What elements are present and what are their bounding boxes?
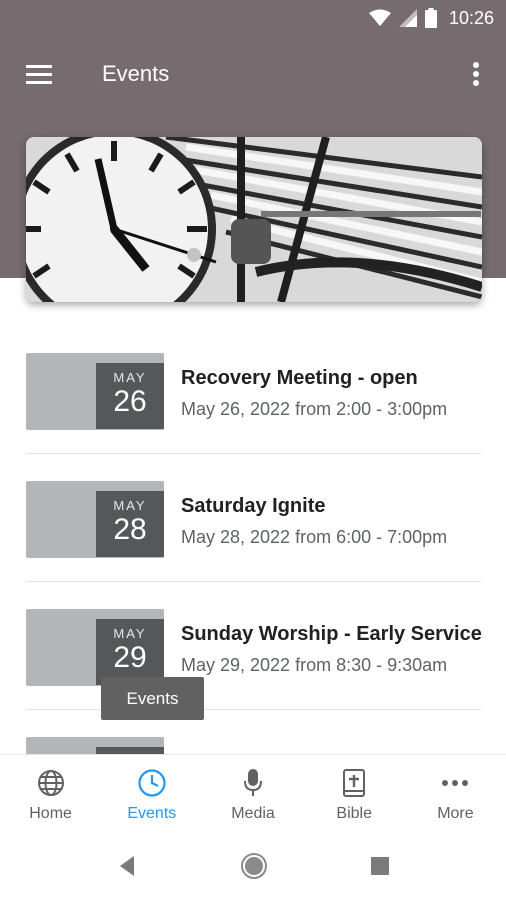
events-banner-image xyxy=(26,137,482,302)
clock-icon xyxy=(136,767,168,799)
event-title: Recovery Meeting - open xyxy=(181,367,418,389)
event-datetime: May 29, 2022 from 8:30 - 9:30am xyxy=(181,655,448,675)
back-button[interactable] xyxy=(116,854,138,883)
nav-label: Media xyxy=(231,805,275,822)
nav-item-more[interactable]: More xyxy=(405,755,506,832)
wifi-icon xyxy=(368,9,391,26)
microphone-icon xyxy=(237,767,269,799)
battery-icon xyxy=(424,8,437,28)
divider xyxy=(26,581,481,582)
event-item[interactable]: MAY 28 Saturday Ignite May 28, 2022 from… xyxy=(0,468,506,596)
nav-item-media[interactable]: Media xyxy=(202,755,303,832)
recents-button[interactable] xyxy=(370,856,390,881)
home-circle-icon xyxy=(241,853,267,879)
status-time: 10:26 xyxy=(448,7,494,28)
event-date-badge: MAY 28 xyxy=(96,491,164,557)
toolbar: Events xyxy=(0,48,506,102)
station-clock-image xyxy=(26,137,482,302)
event-title: Saturday Ignite xyxy=(181,495,326,517)
status-bar: 10:26 xyxy=(0,0,506,36)
page-title: Events xyxy=(102,61,170,86)
nav-label: Bible xyxy=(336,805,372,822)
event-day: 28 xyxy=(113,513,147,546)
cellular-icon xyxy=(398,9,417,27)
overflow-menu-button[interactable] xyxy=(464,58,488,92)
event-item[interactable]: MAY 29 Sunday Worship - Early Service Ma… xyxy=(0,596,506,724)
event-date-badge: MAY 29 xyxy=(96,619,164,685)
nav-item-home[interactable]: Home xyxy=(0,755,101,832)
event-title: Sunday Worship - Early Service xyxy=(181,623,482,645)
divider xyxy=(26,453,481,454)
events-tooltip: Events xyxy=(101,677,204,720)
nav-label: Events xyxy=(127,805,177,822)
nav-item-events[interactable]: Events xyxy=(101,755,202,832)
bottom-navigation: Home Events Media Bible More xyxy=(0,754,506,832)
more-horizontal-icon xyxy=(439,767,471,799)
bible-icon xyxy=(338,767,370,799)
hamburger-menu-icon xyxy=(26,65,52,84)
nav-label: Home xyxy=(29,805,72,822)
event-datetime: May 26, 2022 from 2:00 - 3:00pm xyxy=(181,399,448,419)
event-date-badge: MAY 26 xyxy=(96,363,164,429)
event-month: MAY xyxy=(113,370,147,385)
recents-square-icon xyxy=(371,857,389,875)
more-vertical-icon xyxy=(473,62,479,86)
nav-item-bible[interactable]: Bible xyxy=(304,755,405,832)
system-navigation-bar xyxy=(0,832,506,900)
back-triangle-icon xyxy=(120,856,134,876)
event-datetime: May 28, 2022 from 6:00 - 7:00pm xyxy=(181,527,448,547)
home-button[interactable] xyxy=(240,852,268,885)
event-day: 26 xyxy=(113,385,147,418)
globe-icon xyxy=(35,767,67,799)
event-day: 29 xyxy=(113,641,147,674)
event-month: MAY xyxy=(113,626,147,641)
divider xyxy=(26,709,481,710)
event-month: MAY xyxy=(113,498,147,513)
menu-button[interactable] xyxy=(22,60,58,90)
event-item[interactable]: MAY 26 Recovery Meeting - open May 26, 2… xyxy=(0,340,506,468)
nav-label: More xyxy=(437,805,474,822)
